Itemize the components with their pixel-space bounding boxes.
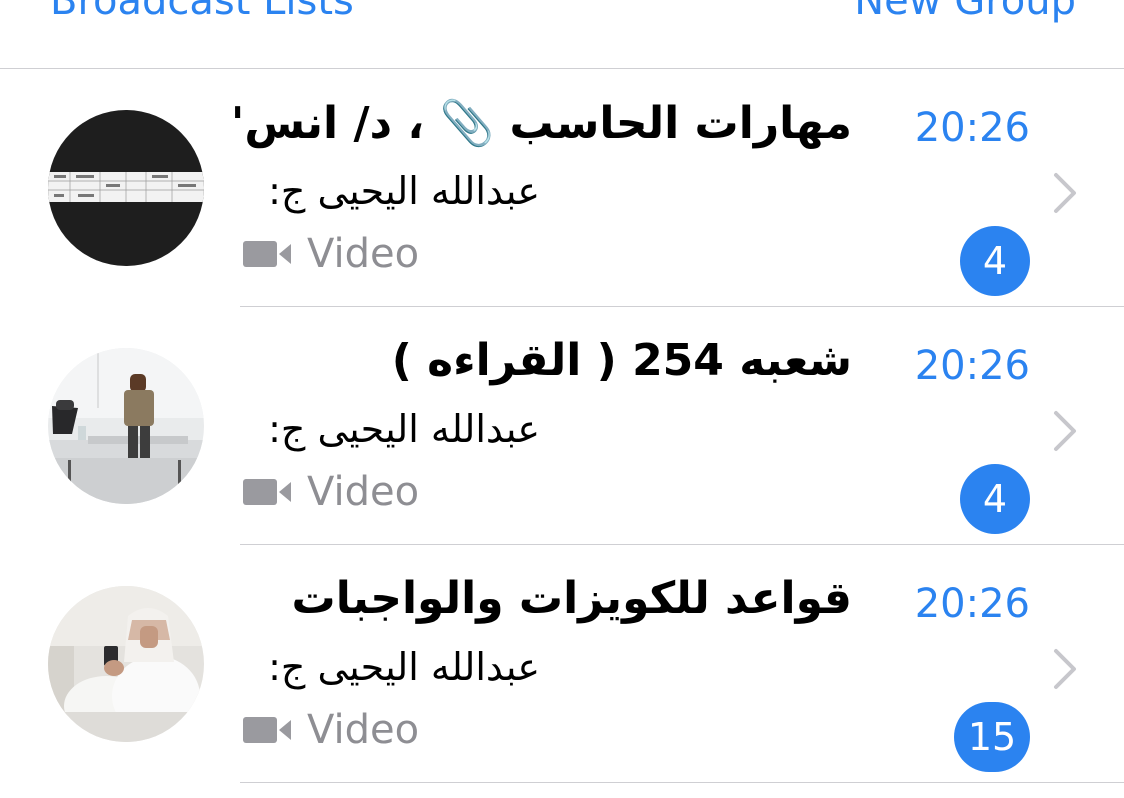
video-camera-icon xyxy=(243,717,291,743)
avatar xyxy=(48,586,204,742)
broadcast-lists-link[interactable]: Broadcast Lists xyxy=(50,0,354,24)
chat-sender: عبدالله اليحيى ج: xyxy=(268,169,540,213)
chat-row[interactable]: قواعد للكويزات والواجبات عبدالله اليحيى … xyxy=(0,545,1124,783)
preview-text: Video xyxy=(307,231,420,277)
chat-row[interactable]: مهارات الحاسب 📎 ، د/ انس' عبدالله اليحيى… xyxy=(0,69,1124,307)
chat-preview: Video xyxy=(243,467,419,517)
row-separator xyxy=(240,782,1124,783)
unread-badge: 15 xyxy=(954,702,1030,772)
chat-time: 20:26 xyxy=(914,343,1030,389)
chat-title: قواعد للكويزات والواجبات xyxy=(291,573,852,624)
chat-preview: Video xyxy=(243,229,419,279)
chat-preview: Video xyxy=(243,705,419,755)
new-group-link[interactable]: New Group xyxy=(854,0,1076,24)
video-camera-icon xyxy=(243,241,291,267)
unread-badge: 4 xyxy=(960,226,1030,296)
chat-sender: عبدالله اليحيى ج: xyxy=(268,407,540,451)
chat-title: شعبه 254 ( القراءه ) xyxy=(391,335,852,386)
chat-sender: عبدالله اليحيى ج: xyxy=(268,645,540,689)
chat-time: 20:26 xyxy=(914,581,1030,627)
chevron-right-icon xyxy=(1054,411,1076,451)
preview-text: Video xyxy=(307,707,420,753)
chevron-right-icon xyxy=(1054,649,1076,689)
unread-badge: 4 xyxy=(960,464,1030,534)
top-bar: Broadcast Lists New Group xyxy=(0,0,1124,69)
chevron-right-icon xyxy=(1054,173,1076,213)
chat-time: 20:26 xyxy=(914,105,1030,151)
avatar xyxy=(48,110,204,266)
chat-row[interactable]: شعبه 254 ( القراءه ) عبدالله اليحيى ج: V… xyxy=(0,307,1124,545)
chat-title: مهارات الحاسب 📎 ، د/ انس' xyxy=(230,98,852,149)
preview-text: Video xyxy=(307,469,420,515)
avatar xyxy=(48,348,204,504)
video-camera-icon xyxy=(243,479,291,505)
